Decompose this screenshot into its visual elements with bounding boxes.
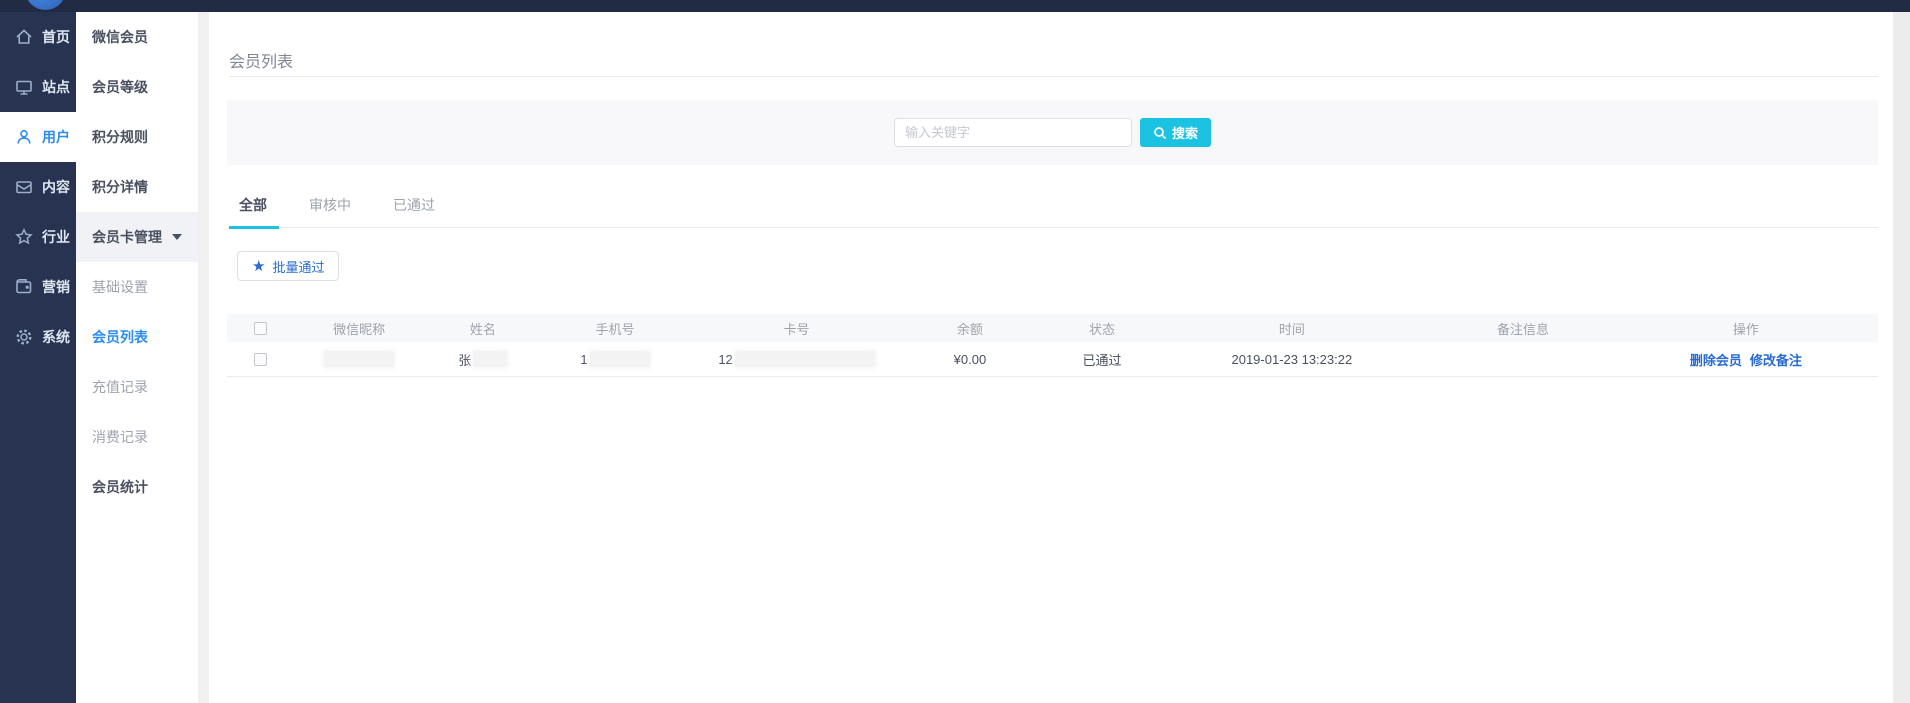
search-button[interactable]: 搜索 [1140, 118, 1211, 147]
menu-item-label: 会员卡管理 [92, 227, 162, 247]
cell-name: 张 [425, 350, 541, 369]
table-row: 张 1 12 ¥0.00 已通过 2019-01-23 13:23:22 删除会… [227, 342, 1878, 377]
page-header: 会员列表 [229, 12, 1878, 77]
menu-item-member-card-management[interactable]: 会员卡管理 [76, 212, 198, 262]
sidebar-item-industry[interactable]: 行业 [0, 212, 76, 262]
menu-item-consumption-records[interactable]: 消费记录 [76, 412, 198, 462]
main-content: 会员列表 搜索 全部 审核中 已通过 ★ 批量通过 [209, 12, 1893, 703]
sidebar-item-label: 系统 [42, 327, 70, 347]
sidebar-item-content[interactable]: 内容 [0, 162, 76, 212]
cell-card-number: 12 [689, 351, 904, 367]
menu-item-label: 充值记录 [92, 377, 148, 397]
sidebar-gutter [198, 12, 209, 703]
menu-item-member-levels[interactable]: 会员等级 [76, 62, 198, 112]
sidebar-item-label: 用户 [42, 127, 70, 147]
secondary-sidebar: 微信会员 会员等级 积分规则 积分详情 会员卡管理 基础设置 会员列表 充值记录… [76, 12, 198, 703]
menu-item-label: 基础设置 [92, 277, 148, 297]
menu-item-wechat-members[interactable]: 微信会员 [76, 12, 198, 62]
menu-item-member-statistics[interactable]: 会员统计 [76, 462, 198, 512]
tab-pending-review[interactable]: 审核中 [309, 195, 351, 227]
phone-prefix: 1 [580, 352, 587, 367]
column-header-phone: 手机号 [541, 319, 690, 338]
cell-time: 2019-01-23 13:23:22 [1168, 352, 1416, 367]
user-icon [14, 127, 34, 147]
column-header-card-number: 卡号 [689, 319, 904, 338]
sidebar-item-system[interactable]: 系统 [0, 312, 76, 362]
toolbar: ★ 批量通过 [237, 251, 1878, 281]
card-prefix: 12 [718, 352, 732, 367]
sidebar-item-site[interactable]: 站点 [0, 62, 76, 112]
tab-all[interactable]: 全部 [239, 195, 267, 227]
page-title: 会员列表 [229, 48, 1878, 72]
sidebar-item-label: 内容 [42, 177, 70, 197]
star-icon: ★ [252, 259, 265, 274]
redacted-phone [590, 351, 650, 367]
column-header-remark: 备注信息 [1416, 319, 1631, 338]
monitor-icon [14, 77, 34, 97]
table-header-row: 微信昵称 姓名 手机号 卡号 余额 状态 时间 备注信息 操作 [227, 314, 1878, 342]
column-header-name: 姓名 [425, 319, 541, 338]
menu-item-label: 消费记录 [92, 427, 148, 447]
edit-remark-link[interactable]: 修改备注 [1750, 350, 1802, 369]
column-header-actions: 操作 [1630, 319, 1861, 338]
redacted-nickname [324, 351, 394, 367]
redacted-card-number [735, 351, 875, 367]
batch-approve-button[interactable]: ★ 批量通过 [237, 251, 339, 281]
search-button-label: 搜索 [1172, 123, 1198, 142]
tab-label: 审核中 [309, 197, 351, 213]
sidebar-item-label: 营销 [42, 277, 70, 297]
app-logo [25, 0, 66, 10]
members-table: 微信昵称 姓名 手机号 卡号 余额 状态 时间 备注信息 操作 张 1 12 ¥… [227, 314, 1878, 377]
cell-balance: ¥0.00 [904, 352, 1036, 367]
search-input[interactable] [894, 118, 1132, 147]
cell-status: 已通过 [1036, 350, 1168, 369]
sidebar-item-label: 站点 [42, 77, 70, 97]
tab-label: 已通过 [393, 197, 435, 213]
name-prefix: 张 [458, 350, 471, 369]
sidebar-item-home[interactable]: 首页 [0, 12, 76, 62]
primary-sidebar: 首页 站点 用户 内容 行业 营销 系统 [0, 12, 76, 703]
cell-phone: 1 [541, 351, 690, 367]
menu-item-label: 会员统计 [92, 477, 148, 497]
home-icon [14, 27, 34, 47]
menu-item-label: 会员等级 [92, 77, 148, 97]
status-tabs: 全部 审核中 已通过 [229, 195, 1878, 228]
menu-item-label: 积分详情 [92, 177, 148, 197]
delete-member-link[interactable]: 删除会员 [1690, 350, 1742, 369]
column-header-balance: 余额 [904, 319, 1036, 338]
select-all-checkbox[interactable] [254, 322, 267, 335]
column-header-status: 状态 [1036, 319, 1168, 338]
tab-approved[interactable]: 已通过 [393, 195, 435, 227]
redacted-name [473, 351, 507, 367]
cell-actions: 删除会员 修改备注 [1630, 350, 1861, 369]
sidebar-item-users[interactable]: 用户 [0, 112, 76, 162]
gear-icon [14, 327, 34, 347]
menu-item-basic-settings[interactable]: 基础设置 [76, 262, 198, 312]
menu-item-label: 会员列表 [92, 327, 148, 347]
batch-approve-label: 批量通过 [272, 257, 324, 276]
mail-icon [14, 177, 34, 197]
column-header-wechat-nickname: 微信昵称 [293, 319, 425, 338]
scrollbar-track[interactable] [1893, 12, 1910, 703]
tab-label: 全部 [239, 197, 267, 213]
menu-item-label: 积分规则 [92, 127, 148, 147]
chevron-down-icon [172, 234, 182, 240]
menu-item-points-detail[interactable]: 积分详情 [76, 162, 198, 212]
sidebar-item-label: 行业 [42, 227, 70, 247]
cell-wechat-nickname [293, 351, 425, 367]
top-bar [0, 0, 1910, 12]
sidebar-item-marketing[interactable]: 营销 [0, 262, 76, 312]
menu-item-label: 微信会员 [92, 27, 148, 47]
menu-item-member-list[interactable]: 会员列表 [76, 312, 198, 362]
sidebar-item-label: 首页 [42, 27, 70, 47]
row-checkbox[interactable] [254, 353, 267, 366]
star-icon [14, 227, 34, 247]
wallet-icon [14, 277, 34, 297]
menu-item-points-rules[interactable]: 积分规则 [76, 112, 198, 162]
column-header-time: 时间 [1168, 319, 1416, 338]
search-section: 搜索 [227, 100, 1878, 165]
menu-item-recharge-records[interactable]: 充值记录 [76, 362, 198, 412]
search-icon [1153, 126, 1167, 140]
